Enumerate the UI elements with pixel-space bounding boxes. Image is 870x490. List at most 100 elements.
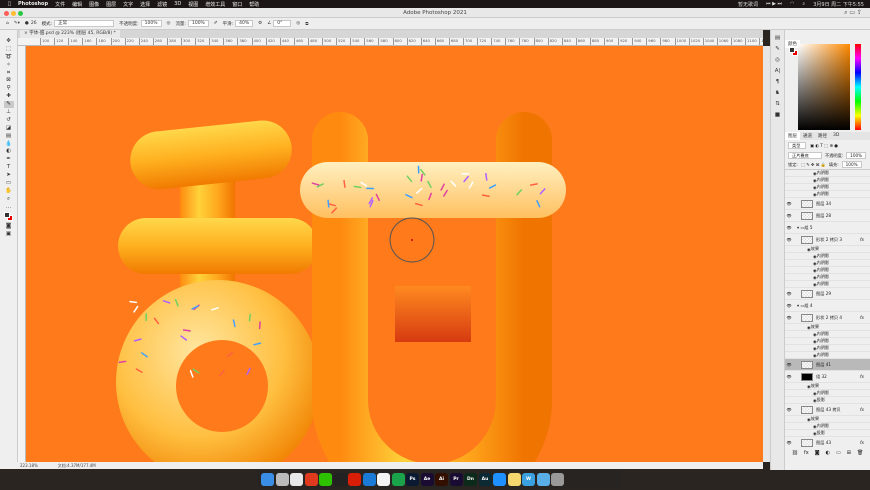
angle-field[interactable]: 0° — [273, 20, 292, 27]
effect-eye-icon[interactable]: ◉ — [793, 261, 817, 266]
dock-launchpad[interactable] — [275, 472, 289, 486]
dock-wechat[interactable] — [319, 472, 332, 486]
clock[interactable]: 3月9日 周二 下午5:55 — [813, 1, 864, 8]
history-panel-icon[interactable]: ▤ — [773, 34, 783, 42]
gradient-tool-icon[interactable]: ▤ — [4, 133, 14, 140]
effect-eye-icon[interactable]: ◉ — [793, 268, 817, 273]
move-tool-icon[interactable]: ✥ — [4, 38, 14, 45]
effect-eye-icon[interactable]: ◉ — [793, 398, 817, 403]
tab-paths[interactable]: 路径 — [815, 132, 830, 140]
clone-source-icon[interactable]: ◎ — [773, 56, 783, 64]
tab-layers[interactable]: 图层 — [785, 132, 800, 140]
dock-qq[interactable] — [333, 472, 347, 486]
mode-select[interactable]: 正常 — [54, 20, 115, 27]
crop-tool-icon[interactable]: ⌗ — [4, 70, 14, 77]
hue-slider[interactable] — [855, 44, 861, 130]
layer-group-row[interactable]: 👁 ▾ ▭ 组 4 — [785, 300, 870, 312]
dock-audition[interactable]: Au — [478, 472, 492, 486]
layer-row[interactable]: 👁 组 32 fx — [785, 371, 870, 383]
blur-tool-icon[interactable]: 💧 — [4, 141, 14, 148]
layer-effect-row[interactable]: ◉ 内阴影 — [785, 352, 870, 359]
hand-tool-icon[interactable]: ✋ — [4, 188, 14, 195]
effect-eye-icon[interactable]: ◉ — [793, 384, 811, 389]
effect-eye-icon[interactable]: ◉ — [793, 185, 817, 190]
shape-tool-icon[interactable]: ▭ — [4, 180, 14, 187]
character-panel-icon[interactable]: A| — [773, 67, 783, 75]
foreground-swatch[interactable] — [3, 211, 10, 218]
tab-3d[interactable]: 3D — [830, 132, 842, 140]
effect-eye-icon[interactable]: ◉ — [793, 353, 817, 358]
visibility-eye-icon[interactable]: 👁 — [785, 201, 793, 206]
dock-premiere[interactable]: Pr — [449, 472, 463, 486]
layer-effect-row[interactable]: ◉ 效果 — [785, 383, 870, 390]
new-group-icon[interactable]: ▭ — [836, 450, 841, 456]
layer-row[interactable]: 👁 图层 41 — [785, 359, 870, 371]
layer-effect-row[interactable]: ◉ 内阴影 — [785, 331, 870, 338]
fx-badge-icon[interactable]: fx — [860, 237, 864, 242]
zoom-level[interactable]: 223.18% — [20, 463, 38, 468]
dodge-tool-icon[interactable]: ◐ — [4, 148, 14, 155]
layer-row[interactable]: 👁 图层 43 拷贝 fx — [785, 404, 870, 416]
fx-icon[interactable]: fx — [804, 450, 809, 456]
layer-effect-row[interactable]: ◉ 效果 — [785, 416, 870, 423]
media-controls-icon[interactable]: ⏮ ▶ ⏭ — [766, 1, 782, 7]
quick-mask-icon[interactable]: ◙ — [4, 223, 14, 230]
frame-tool-icon[interactable]: ⊠ — [4, 77, 14, 84]
effect-eye-icon[interactable]: ◉ — [793, 171, 817, 176]
dock-x-app[interactable] — [304, 472, 318, 486]
layer-effect-row[interactable]: ◉ 内阴影 — [785, 267, 870, 274]
layer-row[interactable]: 👁 图层 28 — [785, 210, 870, 222]
adjustment-icon[interactable]: ◐ — [826, 450, 830, 456]
lasso-tool-icon[interactable]: ➰ — [4, 54, 14, 61]
layer-row[interactable]: 👁 形状 2 拷贝 4 fx — [785, 312, 870, 324]
visibility-eye-icon[interactable]: 👁 — [785, 225, 793, 230]
smoothing-options-icon[interactable]: ⚙ — [258, 21, 262, 26]
dock-edge[interactable] — [362, 472, 376, 486]
dock-wps[interactable]: W — [522, 472, 535, 486]
document-size[interactable]: 文档:4.37M/177.4M — [58, 463, 96, 469]
fx-badge-icon[interactable]: fx — [860, 315, 864, 320]
layer-effect-row[interactable]: ◉ 内阴影 — [785, 345, 870, 352]
visibility-eye-icon[interactable]: 👁 — [785, 315, 793, 320]
blend-mode-select[interactable]: 正片叠底 — [788, 152, 822, 159]
dock-chrome[interactable] — [290, 472, 303, 486]
opacity-field[interactable]: 100% — [140, 20, 162, 27]
delete-icon[interactable]: 🗑 — [857, 450, 863, 456]
vertical-scrollbar[interactable] — [763, 46, 770, 462]
dock-dimension[interactable]: Dn — [464, 472, 477, 486]
layer-filter-select[interactable]: 类型 — [788, 142, 806, 149]
dock-white-app[interactable] — [377, 472, 390, 486]
search-icon[interactable]: ⌕ — [802, 1, 805, 7]
layer-effect-row[interactable]: ◉ 内阴影 — [785, 170, 870, 177]
symmetry-icon[interactable]: ⧉ — [305, 21, 308, 27]
effect-eye-icon[interactable]: ◉ — [793, 417, 811, 422]
effect-eye-icon[interactable]: ◉ — [793, 247, 811, 252]
layer-effect-row[interactable]: ◉ 内阴影 — [785, 184, 870, 191]
menu-plugins[interactable]: 增效工具 — [205, 1, 225, 8]
layer-effect-row[interactable]: ◉ 效果 — [785, 324, 870, 331]
effect-eye-icon[interactable]: ◉ — [793, 391, 817, 396]
visibility-eye-icon[interactable]: 👁 — [785, 440, 793, 445]
new-layer-icon[interactable]: ⊞ — [847, 450, 851, 456]
visibility-eye-icon[interactable]: 👁 — [785, 407, 793, 412]
effect-eye-icon[interactable]: ◉ — [793, 275, 817, 280]
eraser-tool-icon[interactable]: ◪ — [4, 125, 14, 132]
layer-effect-row[interactable]: ◉ 内阴影 — [785, 253, 870, 260]
swatches-panel-icon[interactable]: ■ — [773, 111, 783, 119]
layer-effect-row[interactable]: ◉ 内阴影 — [785, 177, 870, 184]
airbrush-icon[interactable]: ✐ — [214, 21, 218, 26]
now-playing[interactable]: 暂无歌词 — [738, 1, 758, 8]
menu-filter[interactable]: 滤镜 — [157, 1, 167, 8]
effect-eye-icon[interactable]: ◉ — [793, 254, 817, 259]
dock-folder[interactable] — [536, 472, 550, 486]
marquee-tool-icon[interactable]: ⬚ — [4, 46, 14, 53]
foreground-color[interactable] — [789, 47, 795, 53]
tab-channels[interactable]: 通道 — [800, 132, 815, 140]
home-icon[interactable]: ⌂ — [6, 21, 9, 26]
menu-view[interactable]: 视图 — [188, 1, 198, 8]
dock-green-app[interactable] — [391, 472, 405, 486]
lock-icons[interactable]: ⬚ ✎ ✥ ⊠ 🔒 — [801, 162, 826, 168]
effect-eye-icon[interactable]: ◉ — [793, 325, 811, 330]
layer-effect-row[interactable]: ◉ 内阴影 — [785, 423, 870, 430]
visibility-eye-icon[interactable]: 👁 — [785, 362, 793, 367]
